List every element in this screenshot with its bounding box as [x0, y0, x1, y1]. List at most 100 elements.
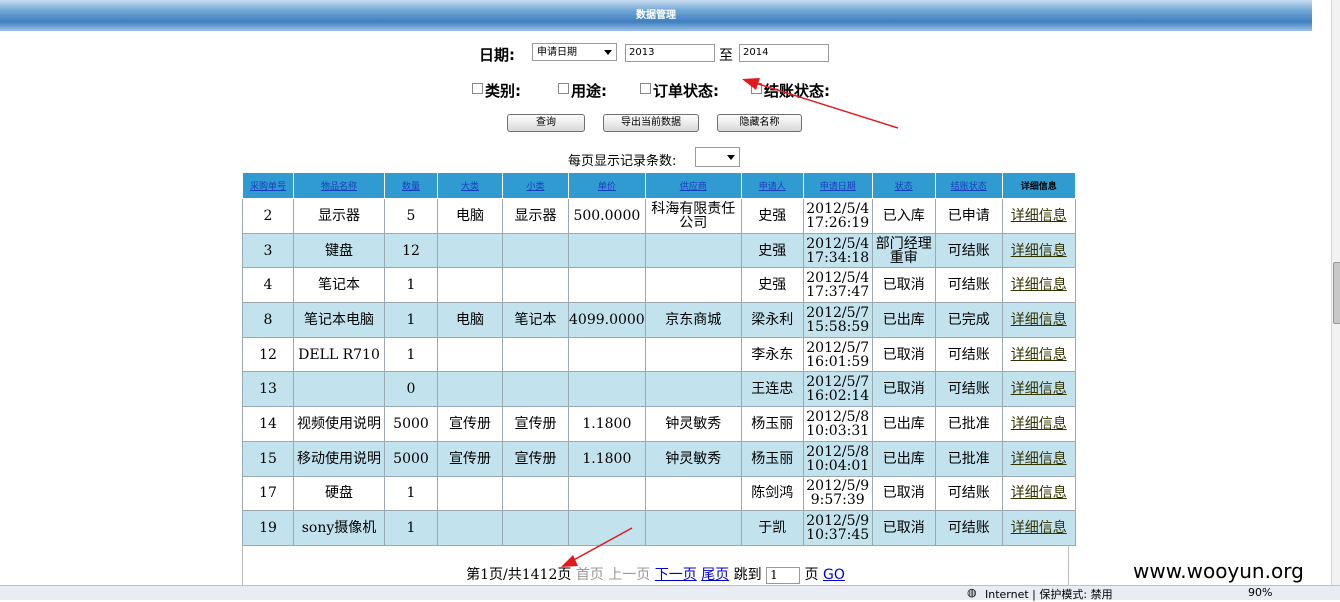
detail-link[interactable]: 详细信息 [1011, 520, 1067, 536]
export-button[interactable]: 导出当前数据 [603, 114, 699, 132]
globe-icon: ◍ [967, 586, 977, 599]
sort-link[interactable]: 状态 [895, 182, 913, 192]
detail-link[interactable]: 详细信息 [1011, 347, 1067, 363]
col-header[interactable]: 采购单号 [242, 172, 294, 199]
table-cell: 详细信息 [1001, 440, 1076, 477]
table-row: 17 硬盘 1 陈剑鸿 2012/5/9 9:57:39 已取消 可结账 详细信息 [242, 475, 1076, 512]
col-header[interactable]: 结账状态 [934, 172, 1003, 199]
next-page-link[interactable]: 下一页 [655, 567, 697, 583]
table-cell: 5000 [384, 440, 438, 477]
scrollbar-thumb[interactable] [1333, 262, 1340, 324]
date-label: 日期: [479, 46, 515, 64]
sort-link[interactable]: 物品名称 [321, 182, 357, 192]
table-cell: 500.0000 [568, 198, 646, 234]
table-cell [437, 371, 503, 408]
table-cell: 14 [242, 406, 294, 442]
col-header[interactable]: 单价 [568, 172, 646, 199]
sort-link[interactable]: 单价 [598, 182, 616, 192]
table-cell: 2012/5/7 15:58:59 [802, 302, 873, 338]
zoom-level[interactable]: 90% [1248, 586, 1272, 599]
col-header[interactable]: 大类 [437, 172, 503, 199]
table-row: 8 笔记本电脑 1 电脑 笔记本 4099.0000 京东商城 梁永利 2012/5/7 15:… [242, 302, 1076, 338]
vertical-scrollbar[interactable] [1331, 0, 1340, 585]
detail-link[interactable]: 详细信息 [1011, 485, 1067, 501]
col-header[interactable]: 小类 [502, 172, 569, 199]
last-page-link[interactable]: 尾页 [701, 567, 729, 583]
usage-label: 用途: [571, 82, 607, 100]
query-button[interactable]: 查询 [507, 114, 585, 132]
table-cell: 宣传册 [502, 406, 569, 442]
table-cell: 硬盘 [293, 475, 385, 512]
detail-link[interactable]: 详细信息 [1011, 312, 1067, 328]
detail-link[interactable]: 详细信息 [1011, 381, 1067, 397]
jump-page-input[interactable]: 1 [766, 566, 801, 584]
sort-link[interactable]: 大类 [461, 182, 479, 192]
sort-link[interactable]: 结账状态 [951, 182, 987, 192]
category-checkbox[interactable] [472, 83, 483, 94]
table-cell: 电脑 [437, 198, 503, 234]
table-cell: 3 [242, 232, 294, 269]
sort-link[interactable]: 供应商 [680, 182, 707, 192]
sort-link[interactable]: 申请人 [759, 182, 786, 192]
table-cell: 15 [242, 440, 294, 477]
table-cell: 详细信息 [1001, 267, 1076, 304]
jump-label: 跳到 [733, 567, 762, 583]
table-cell: 已取消 [871, 475, 936, 512]
col-header[interactable]: 申请人 [740, 172, 804, 199]
first-page-link: 首页 [575, 567, 604, 583]
col-header[interactable]: 申请日期 [802, 172, 873, 199]
table-cell [293, 371, 385, 408]
sort-link[interactable]: 小类 [526, 182, 544, 192]
table-cell: 显示器 [293, 198, 385, 234]
table-cell [568, 232, 646, 269]
detail-link[interactable]: 详细信息 [1011, 208, 1067, 224]
table-cell: 笔记本电脑 [293, 302, 385, 338]
table-cell: 宣传册 [437, 440, 503, 477]
go-link[interactable]: GO [823, 567, 845, 583]
table-cell: 详细信息 [1001, 406, 1076, 442]
table-cell: 已出库 [871, 440, 936, 477]
date-type-select[interactable]: 申请日期 [532, 43, 617, 61]
table-cell: 详细信息 [1001, 371, 1076, 408]
table-cell: 2012/5/7 16:01:59 [802, 336, 873, 373]
col-header[interactable]: 状态 [871, 172, 936, 199]
table-cell [437, 232, 503, 269]
hide-names-button[interactable]: 隐藏名称 [717, 114, 802, 132]
table-cell: 2012/5/4 17:34:18 [802, 232, 873, 269]
col-header[interactable]: 数量 [384, 172, 438, 199]
table-cell: 详细信息 [1001, 475, 1076, 512]
table-cell: 2012/5/9 10:37:45 [802, 510, 873, 546]
detail-link[interactable]: 详细信息 [1011, 243, 1067, 259]
sort-link[interactable]: 申请日期 [820, 182, 856, 192]
detail-link[interactable]: 详细信息 [1011, 451, 1067, 467]
table-cell [502, 232, 569, 269]
table-cell: 杨玉丽 [740, 440, 804, 477]
sort-link[interactable]: 数量 [402, 182, 420, 192]
table-cell: 详细信息 [1001, 302, 1076, 338]
status-bar: ◍ Internet | 保护模式: 禁用 90% [0, 585, 1340, 601]
col-header[interactable]: 供应商 [644, 172, 742, 199]
table-row: 2 显示器 5 电脑 显示器 500.0000 科海有限责任公司 史强 2012/5/4 17:… [242, 198, 1076, 234]
sort-link[interactable]: 采购单号 [250, 182, 286, 192]
order-status-checkbox[interactable] [640, 83, 651, 94]
per-page-select[interactable] [695, 147, 740, 167]
detail-link[interactable]: 详细信息 [1011, 277, 1067, 293]
table-cell: 已取消 [871, 336, 936, 373]
table-cell: 宣传册 [502, 440, 569, 477]
detail-link[interactable]: 详细信息 [1011, 416, 1067, 432]
settle-status-checkbox[interactable] [751, 83, 762, 94]
watermark: www.wooyun.org [1133, 559, 1304, 583]
date-from-input[interactable]: 2013 [625, 44, 715, 62]
table-cell: 移动使用说明 [293, 440, 385, 477]
table-cell: 已取消 [871, 510, 936, 546]
table-cell: 5 [384, 198, 438, 234]
col-header[interactable]: 物品名称 [293, 172, 385, 199]
usage-checkbox[interactable] [558, 83, 569, 94]
table-row: 4 笔记本 1 史强 2012/5/4 17:37:47 已取消 可结账 详细信息 [242, 267, 1076, 304]
table-cell: 已批准 [934, 440, 1003, 477]
table-cell: 于凯 [740, 510, 804, 546]
table-cell [502, 371, 569, 408]
date-to-input[interactable]: 2014 [739, 44, 829, 62]
table-cell: 已批准 [934, 406, 1003, 442]
table-cell: 详细信息 [1001, 336, 1076, 373]
